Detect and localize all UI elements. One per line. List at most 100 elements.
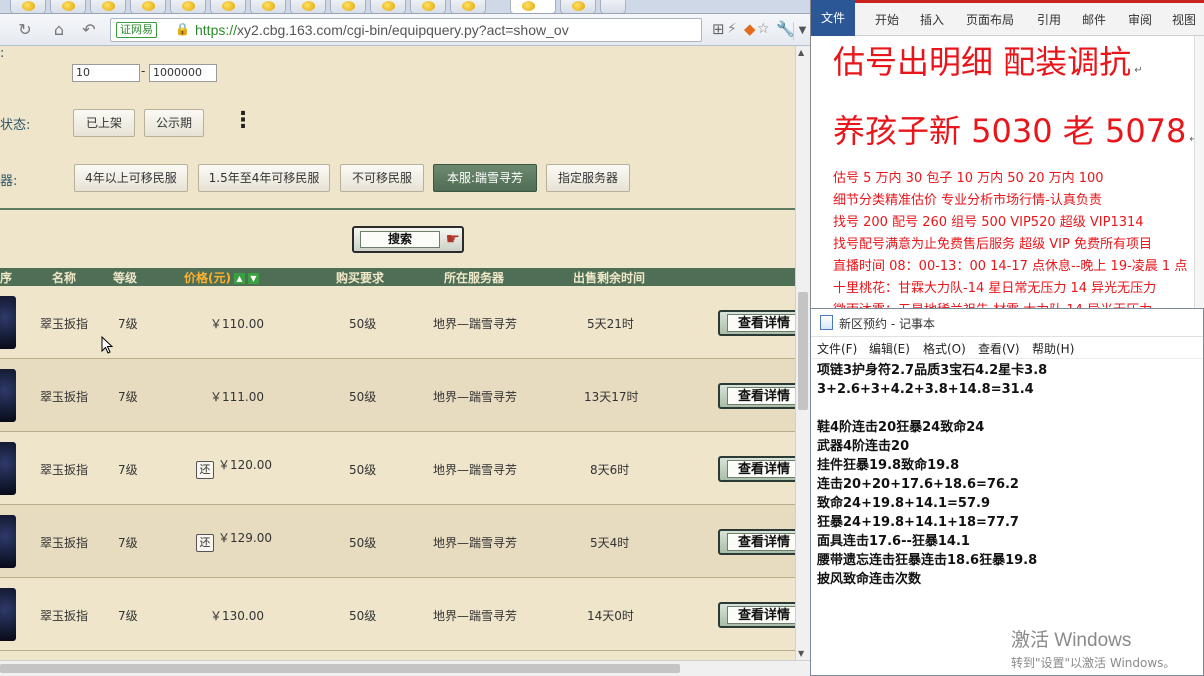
server-1-5yr-button[interactable]: 1.5年至4年可移民服 bbox=[198, 164, 330, 192]
word-window: 文件 开始 插入 页面布局 引用 邮件 审阅 视图 估号出明细 配装调抗 ↵ 养孩… bbox=[810, 0, 1204, 312]
mouse-cursor-icon bbox=[101, 335, 114, 354]
server-current-button[interactable]: 本服:踹雪寻芳 bbox=[433, 164, 537, 192]
browser-tab[interactable] bbox=[50, 0, 86, 13]
menu-view[interactable]: 查看(V) bbox=[978, 340, 1020, 357]
url-bar[interactable]: 证网易 🔒 https://xy2.cbg.163.com/cgi-bin/eq… bbox=[110, 18, 806, 42]
range-dash: - bbox=[141, 64, 146, 78]
sort-down-icon[interactable]: ▼ bbox=[247, 273, 259, 284]
browser-tab[interactable] bbox=[170, 0, 206, 13]
lightning-icon[interactable]: ⚡ bbox=[727, 21, 737, 37]
wrench-icon[interactable]: 🔧 bbox=[776, 20, 795, 38]
browser-tab-active[interactable] bbox=[510, 0, 556, 13]
range-max-input[interactable]: 1000000 bbox=[149, 64, 217, 82]
notepad-text-area[interactable]: 项链3护身符2.7品质3宝石4.2星卡3.8 3+2.6+3+4.2+3.8+14… bbox=[817, 361, 1197, 589]
horizontal-scrollbar[interactable] bbox=[0, 660, 810, 676]
scrollbar-thumb[interactable] bbox=[798, 292, 808, 410]
game-icon[interactable]: ◆ bbox=[744, 20, 756, 38]
server-4yr-button[interactable]: 4年以上可移民服 bbox=[74, 164, 188, 192]
browser-tab[interactable] bbox=[290, 0, 326, 13]
item-requirement: 50级 bbox=[349, 463, 377, 477]
word-document[interactable]: 估号出明细 配装调抗↵ 养孩子新 5030 老 5078↵ 估号 5 万内 30… bbox=[833, 40, 1204, 312]
view-detail-label: 查看详情 bbox=[727, 314, 795, 332]
grid-icon[interactable]: ⊞ bbox=[712, 20, 725, 38]
ribbon-tab-insert[interactable]: 插入 bbox=[920, 11, 944, 28]
view-detail-button[interactable]: 查看详情 bbox=[718, 529, 795, 555]
ribbon-tab-review[interactable]: 审阅 bbox=[1128, 11, 1152, 28]
notepad-line: 鞋4阶连击20狂暴24致命24 bbox=[817, 420, 985, 435]
range-label-fragment: : bbox=[0, 46, 5, 61]
ribbon-tab-view[interactable]: 视图 bbox=[1172, 11, 1196, 28]
browser-tab[interactable] bbox=[370, 0, 406, 13]
browser-tab[interactable] bbox=[90, 0, 126, 13]
browser-tab[interactable] bbox=[130, 0, 166, 13]
browser-tab[interactable] bbox=[330, 0, 366, 13]
browser-tab[interactable] bbox=[560, 0, 596, 13]
home-icon[interactable]: ⌂ bbox=[48, 19, 70, 41]
status-listed-button[interactable]: 已上架 bbox=[73, 109, 135, 137]
item-server: 地界—踹雪寻芳 bbox=[433, 463, 518, 477]
menu-format[interactable]: 格式(O) bbox=[923, 340, 966, 357]
ribbon-tab-layout[interactable]: 页面布局 bbox=[966, 11, 1014, 28]
view-detail-button[interactable]: 查看详情 bbox=[718, 310, 795, 336]
ribbon-tab-references[interactable]: 引用 bbox=[1037, 11, 1061, 28]
horizontal-scrollbar-thumb[interactable] bbox=[0, 664, 680, 673]
browser-tab[interactable] bbox=[450, 0, 486, 13]
ribbon-tab-mailings[interactable]: 邮件 bbox=[1082, 11, 1106, 28]
vertical-scrollbar[interactable]: ▲ ▼ bbox=[795, 46, 810, 660]
browser-tab[interactable] bbox=[10, 0, 46, 13]
menu-file[interactable]: 文件(F) bbox=[817, 340, 857, 357]
more-options-icon[interactable]: ⋮ bbox=[232, 108, 254, 133]
item-thumbnail[interactable] bbox=[0, 442, 16, 495]
browser-tab[interactable] bbox=[250, 0, 286, 13]
refresh-icon[interactable]: ↻ bbox=[14, 19, 36, 41]
notepad-window: 新区预约 - 记事本 文件(F) 编辑(E) 格式(O) 查看(V) 帮助(H)… bbox=[810, 308, 1204, 676]
divider bbox=[0, 208, 795, 210]
favicon-icon bbox=[572, 1, 585, 11]
view-detail-button[interactable]: 查看详情 bbox=[718, 602, 795, 628]
favicon-icon bbox=[222, 1, 235, 11]
view-detail-label: 查看详情 bbox=[727, 387, 795, 405]
ribbon-tab-file[interactable]: 文件 bbox=[811, 0, 855, 36]
item-requirement: 50级 bbox=[349, 536, 377, 550]
notepad-titlebar[interactable]: 新区预约 - 记事本 bbox=[811, 309, 1203, 337]
server-specify-button[interactable]: 指定服务器 bbox=[546, 164, 630, 192]
notepad-line: 挂件狂暴19.8致命19.8 bbox=[817, 458, 960, 473]
favicon-icon bbox=[142, 1, 155, 11]
search-button[interactable]: 搜索 ☛ bbox=[352, 226, 464, 253]
notepad-line: 面具连击17.6--狂暴14.1 bbox=[817, 534, 970, 549]
url-dropdown-icon[interactable]: ▼ bbox=[793, 22, 810, 40]
url-text[interactable]: https://xy2.cbg.163.com/cgi-bin/equipque… bbox=[195, 22, 569, 38]
browser-tab[interactable] bbox=[210, 0, 246, 13]
word-scrollbar[interactable] bbox=[1194, 36, 1204, 312]
item-thumbnail[interactable] bbox=[0, 588, 16, 641]
browser-tab[interactable] bbox=[410, 0, 446, 13]
col-order[interactable]: 序 bbox=[0, 269, 12, 286]
item-thumbnail[interactable] bbox=[0, 515, 16, 568]
item-price: 还 ￥129.00 bbox=[196, 529, 272, 552]
menu-edit[interactable]: 编辑(E) bbox=[869, 340, 910, 357]
ribbon-tab-home[interactable]: 开始 bbox=[875, 11, 899, 28]
scroll-down-icon[interactable]: ▼ bbox=[798, 649, 804, 658]
view-detail-button[interactable]: 查看详情 bbox=[718, 383, 795, 409]
item-requirement: 50级 bbox=[349, 609, 377, 623]
star-icon[interactable]: ☆ bbox=[757, 21, 770, 37]
item-time-left: 13天17时 bbox=[584, 390, 639, 404]
certificate-badge[interactable]: 证网易 bbox=[116, 22, 157, 38]
sort-up-icon[interactable]: ▲ bbox=[233, 273, 245, 284]
item-name: 翠玉扳指 bbox=[40, 390, 89, 404]
scroll-up-icon[interactable]: ▲ bbox=[798, 48, 804, 57]
favicon-icon bbox=[422, 1, 435, 11]
notepad-line: 3+2.6+3+4.2+3.8+14.8=31.4 bbox=[817, 382, 1034, 397]
tab-strip bbox=[0, 0, 810, 14]
new-tab-button[interactable] bbox=[600, 0, 626, 13]
server-no-migrate-button[interactable]: 不可移民服 bbox=[340, 164, 424, 192]
item-thumbnail[interactable] bbox=[0, 296, 16, 349]
view-detail-button[interactable]: 查看详情 bbox=[718, 456, 795, 482]
col-price-label: 价格(元) bbox=[184, 271, 231, 285]
range-min-input[interactable]: 10 bbox=[72, 64, 140, 82]
item-time-left: 5天21时 bbox=[587, 317, 634, 331]
status-preview-button[interactable]: 公示期 bbox=[144, 109, 204, 137]
menu-help[interactable]: 帮助(H) bbox=[1032, 340, 1074, 357]
item-thumbnail[interactable] bbox=[0, 369, 16, 422]
back-icon[interactable]: ↶ bbox=[78, 19, 100, 41]
